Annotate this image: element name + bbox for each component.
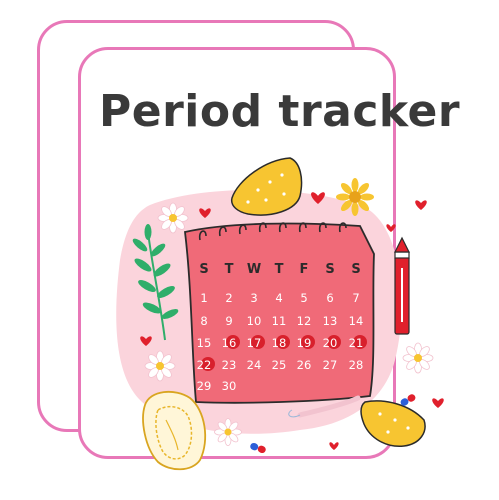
calendar-day-number: 5 [300,291,307,305]
calendar-day-number: 27 [323,358,338,372]
yellow-sponge-icon [360,400,426,447]
calendar-day: 27 [323,358,338,372]
calendar-day-number: 20 [323,336,338,350]
calendar-day: 23 [222,358,237,372]
calendar-day: 12 [297,314,312,328]
calendar-day-number: 10 [247,314,262,328]
calendar-day-number: 19 [297,336,312,350]
calendar-weekday: S [325,262,334,277]
calendar-day-number: 15 [197,336,212,350]
calendar-day: 5 [300,291,307,305]
calendar-day-number: 4 [275,291,282,305]
calendar-day: 30 [222,379,237,393]
calendar-day: 8 [200,314,207,328]
calendar-day-number: 24 [247,358,262,372]
calendar-weekday: S [351,262,360,277]
calendar-day-number: 30 [222,379,237,393]
calendar-day: 15 [197,336,212,350]
calendar-day-number: 25 [272,358,287,372]
calendar-day: 28 [349,358,364,372]
calendar-day-number: 26 [297,358,312,372]
calendar-day-number: 17 [247,336,262,350]
yellow-sponge-icon [230,157,303,216]
calendar-day-number: 21 [349,336,364,350]
calendar-day-number: 13 [323,314,338,328]
calendar-weekday: S [199,262,208,277]
calendar-day-number: 7 [352,291,359,305]
calendar-day-number: 1 [200,291,207,305]
calendar-day: 10 [247,314,262,328]
calendar-icon: STWTFSS 1 2 3 4 5 6 78 9 10 11 12 13 1415 16 17 18 19 20 2… [184,222,375,404]
calendar-day-number: 29 [197,379,212,393]
calendar-day: 11 [272,314,287,328]
calendar-day-number: 14 [349,314,364,328]
calendar-day-number: 16 [222,336,237,350]
calendar-day: 1 [200,291,207,305]
calendar-day: 24 [247,358,262,372]
calendar-day: 3 [250,291,257,305]
calendar-day-number: 3 [250,291,257,305]
calendar-day: 25 [272,358,287,372]
sun-flower-icon [336,178,374,216]
calendar-day-number: 22 [197,358,212,372]
calendar-day-number: 11 [272,314,287,328]
calendar-weekday: W [247,262,261,277]
calendar-day-number: 23 [222,358,237,372]
calendar-day: 7 [352,291,359,305]
calendar-day: 4 [275,291,282,305]
period-calendar-illustration: STWTFSS 1 2 3 4 5 6 78 9 10 11 12 13 1415 16 17 18 19 20 2… [116,157,444,471]
calendar-day-number: 18 [272,336,287,350]
calendar-day: 2 [225,291,232,305]
calendar-day: 9 [225,314,232,328]
calendar-day: 14 [349,314,364,328]
calendar-day: 29 [197,379,212,393]
calendar-day: 13 [323,314,338,328]
calendar-day-number: 9 [225,314,232,328]
calendar-day-number: 28 [349,358,364,372]
pen-icon [394,236,410,335]
calendar-day: 6 [326,291,333,305]
calendar-day: 26 [297,358,312,372]
calendar-day-number: 2 [225,291,232,305]
calendar-weekday: T [275,262,284,277]
calendar-weekday: T [225,262,234,277]
calendar-day-number: 12 [297,314,312,328]
calendar-day-number: 6 [326,291,333,305]
pad-icon [142,390,207,471]
calendar-day-number: 8 [200,314,207,328]
calendar-weekday: F [300,262,309,277]
